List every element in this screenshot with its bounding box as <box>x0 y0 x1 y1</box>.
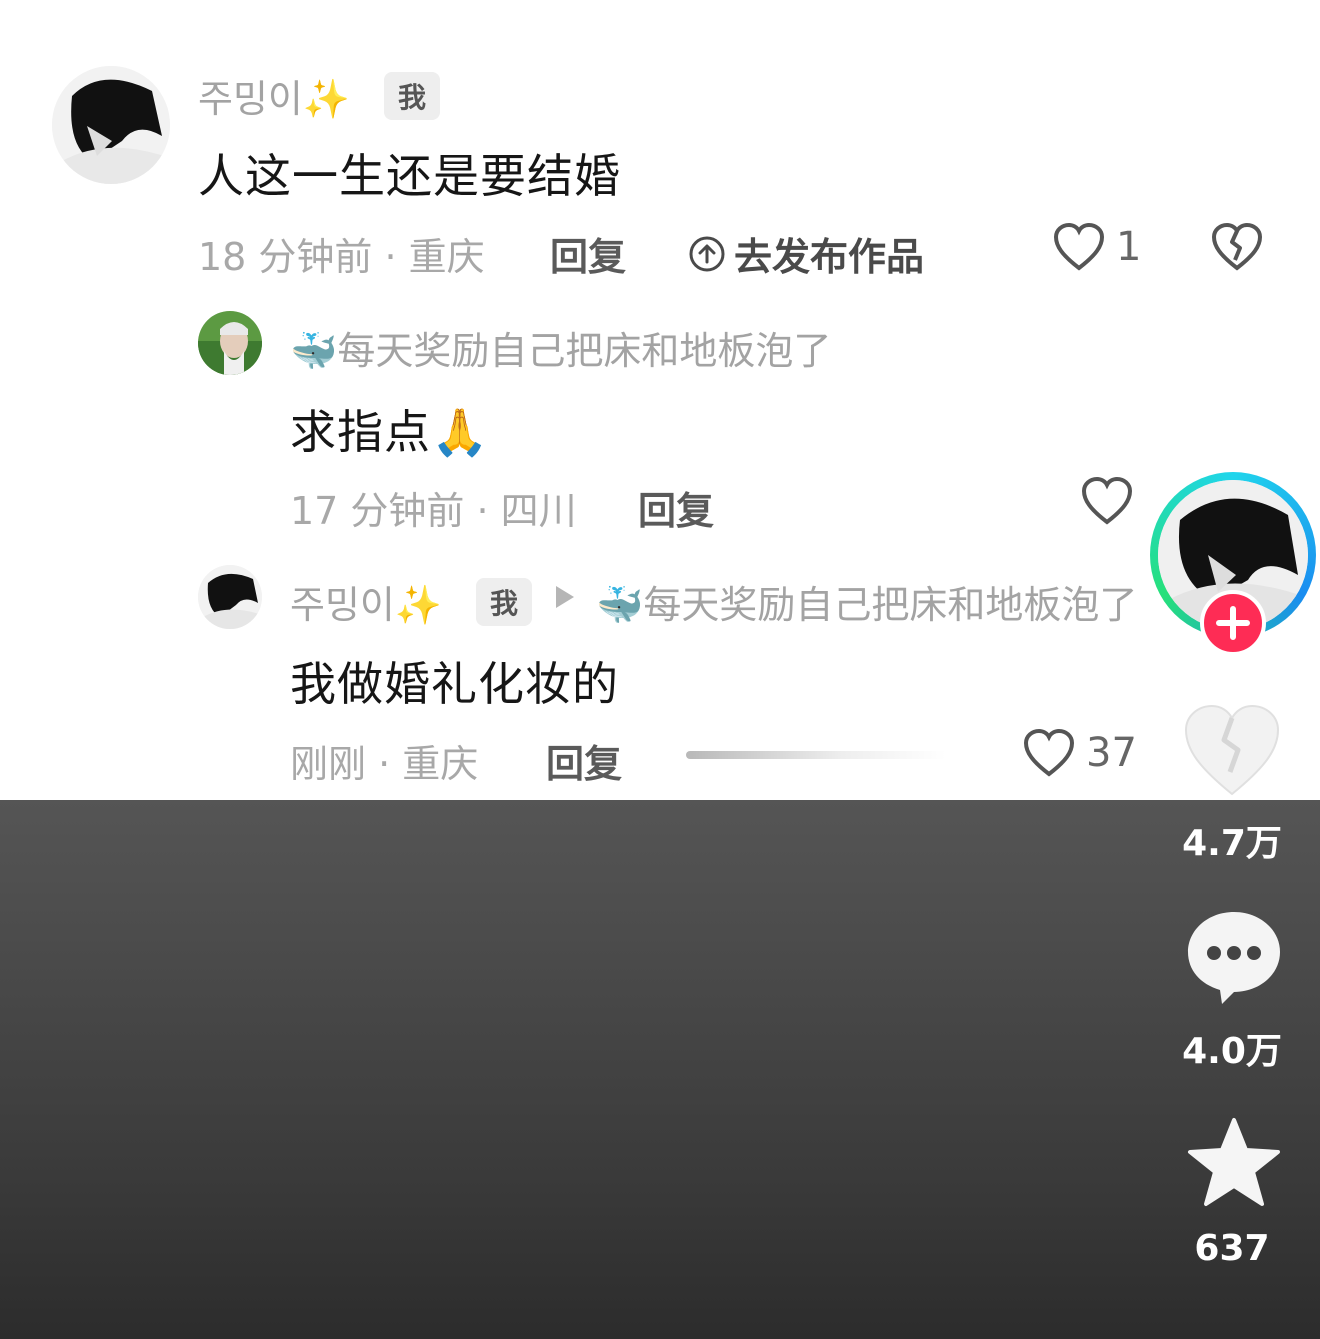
reply-arrow-icon <box>556 586 574 608</box>
comment-time-location: 刚刚 · 重庆 <box>290 742 479 786</box>
comment-username[interactable]: 주밍이✨ <box>198 68 350 123</box>
sparkles-icon: ✨ <box>302 77 351 121</box>
like-button[interactable]: 37 <box>1022 728 1137 778</box>
avatar[interactable] <box>198 311 262 375</box>
whale-icon: 🐳 <box>290 329 338 373</box>
video-like-count: 4.7万 <box>1182 823 1282 864</box>
comment-text: 我做婚礼化妆的 <box>290 657 619 711</box>
like-button[interactable]: 1 <box>1052 222 1141 272</box>
like-count: 37 <box>1086 730 1137 776</box>
reply-username[interactable]: 주밍이✨ <box>290 574 442 629</box>
comment-text: 人这一生还是要结婚 <box>198 149 621 203</box>
comment-time-location: 18 分钟前 · 重庆 <box>198 235 485 279</box>
comment-time-location: 17 分钟前 · 四川 <box>290 489 577 533</box>
me-badge: 我 <box>384 72 441 120</box>
sparkles-icon: ✨ <box>394 583 443 627</box>
reply-button[interactable]: 回复 <box>546 733 622 788</box>
loading-bar <box>686 751 946 759</box>
comment-button[interactable] <box>1182 908 1286 1008</box>
reply-button[interactable]: 回复 <box>550 226 626 281</box>
dislike-button[interactable] <box>1210 222 1264 272</box>
heart-icon <box>1081 476 1133 525</box>
comment-icon <box>1188 912 1280 1004</box>
video-like-button[interactable] <box>1180 700 1284 800</box>
reply-to-text: 每天奖励自己把床和地板泡了 <box>643 583 1138 627</box>
like-button[interactable] <box>1080 476 1134 526</box>
comment-text: 求指点🙏 <box>290 396 489 462</box>
heart-icon <box>1053 222 1105 271</box>
comment-text-body: 求指点 <box>290 405 431 459</box>
comment-panel: 주밍이✨ 我 人这一生还是要结婚 18 分钟前 · 重庆 回复 去发布作品 1 <box>0 0 1320 800</box>
like-count: 1 <box>1116 224 1142 270</box>
comment-count: 4.0万 <box>1182 1031 1282 1072</box>
praying-hands-icon: 🙏 <box>431 405 490 459</box>
upload-icon <box>689 236 725 271</box>
username-text: 주밍이 <box>290 583 395 627</box>
favorite-button[interactable] <box>1184 1114 1284 1214</box>
follow-plus-button[interactable] <box>1200 590 1266 656</box>
username-text: 每天奖励自己把床和地板泡了 <box>337 329 832 373</box>
me-badge: 我 <box>476 578 533 626</box>
favorite-count: 637 <box>1194 1228 1270 1269</box>
avatar[interactable] <box>52 66 170 184</box>
star-icon <box>1188 1118 1280 1206</box>
whale-icon: 🐳 <box>596 583 644 627</box>
username-text: 주밍이 <box>198 77 303 121</box>
broken-heart-icon <box>1211 222 1263 271</box>
broken-heart-icon <box>1184 704 1280 796</box>
follow-plus-icon <box>1216 606 1250 640</box>
publish-work-button[interactable]: 去发布作品 <box>688 226 924 281</box>
publish-label: 去发布作品 <box>734 235 925 279</box>
avatar[interactable] <box>198 565 262 629</box>
reply-to-username[interactable]: 🐳每天奖励自己把床和地板泡了 <box>596 574 1156 629</box>
heart-icon <box>1023 728 1075 777</box>
reply-username[interactable]: 🐳每天奖励自己把床和地板泡了 <box>290 320 831 375</box>
reply-button[interactable]: 回复 <box>638 480 714 535</box>
video-background <box>0 800 1320 1339</box>
